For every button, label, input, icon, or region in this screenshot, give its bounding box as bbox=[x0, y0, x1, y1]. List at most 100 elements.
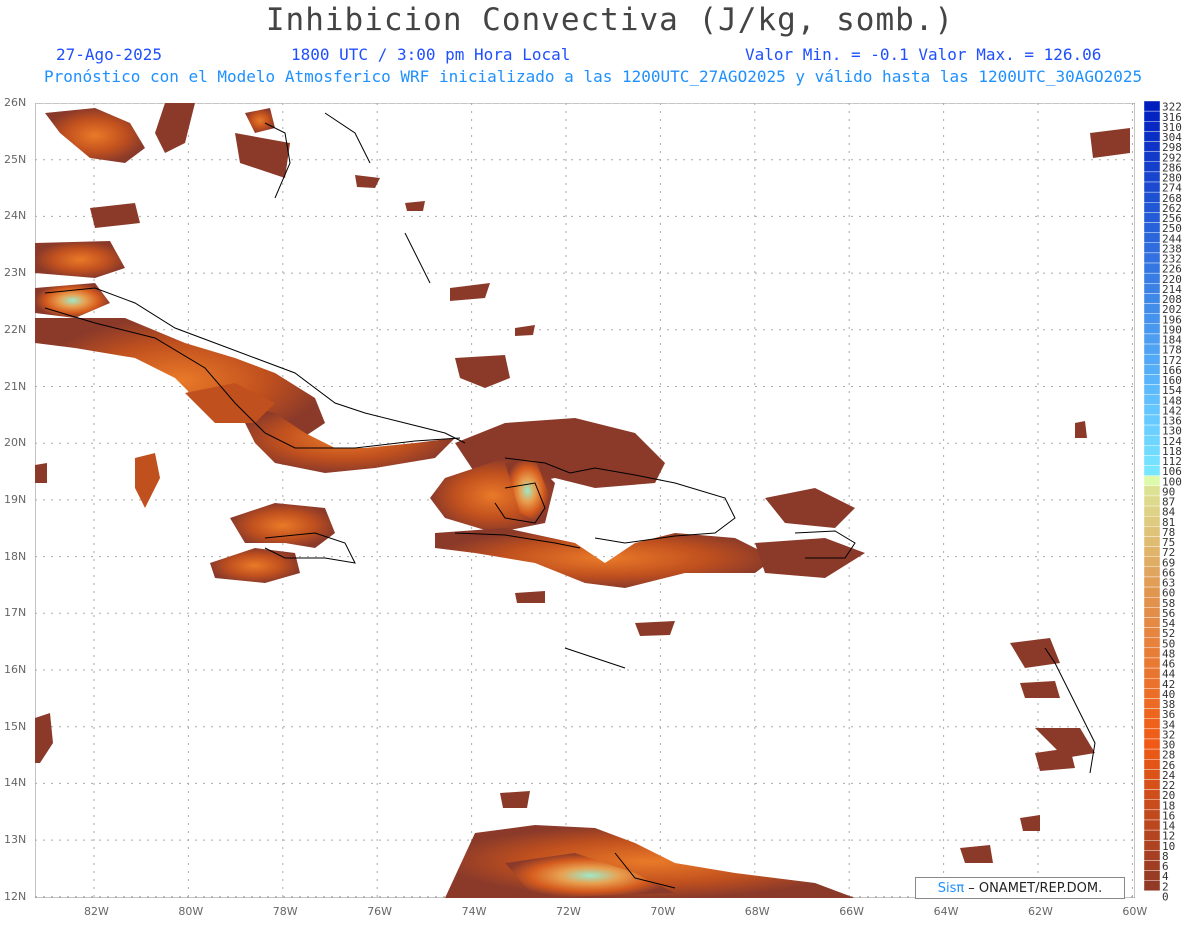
colorbar: 3223163103042982922862802742682622562502… bbox=[1144, 101, 1182, 902]
colorbar-cell bbox=[1144, 455, 1161, 466]
colorbar-cell bbox=[1144, 769, 1161, 780]
colorbar-cell bbox=[1144, 789, 1161, 800]
lat-label: 24N bbox=[4, 209, 27, 223]
lat-label: 26N bbox=[4, 96, 27, 109]
colorbar-cell bbox=[1144, 799, 1161, 811]
forecast-time: 1800 UTC / 3:00 pm Hora Local bbox=[291, 45, 571, 64]
forecast-description: Pronóstico con el Modelo Atmosferico WRF… bbox=[44, 67, 1143, 86]
lon-label: 62W bbox=[1028, 905, 1053, 918]
colorbar-cell bbox=[1144, 708, 1161, 719]
colorbar-cell bbox=[1144, 202, 1161, 213]
colorbar-cell bbox=[1144, 698, 1161, 709]
colorbar-cell bbox=[1144, 759, 1161, 770]
lat-label: 12N bbox=[4, 889, 27, 903]
colorbar-cell bbox=[1144, 151, 1161, 162]
lon-label: 66W bbox=[839, 905, 865, 918]
colorbar-cell bbox=[1144, 526, 1161, 537]
colorbar-cell bbox=[1144, 718, 1161, 730]
colorbar-cell bbox=[1144, 424, 1161, 436]
credit-box: Sisπ – ONAMET/REP.DOM. bbox=[915, 877, 1125, 899]
colorbar-cell bbox=[1144, 343, 1161, 355]
colorbar-cell bbox=[1144, 394, 1161, 405]
colorbar-cell bbox=[1144, 678, 1161, 689]
colorbar-cell bbox=[1144, 384, 1161, 395]
lon-label: 74W bbox=[461, 905, 487, 918]
colorbar-cell bbox=[1144, 222, 1161, 233]
lon-label: 68W bbox=[744, 905, 770, 918]
colorbar-cell bbox=[1144, 161, 1161, 173]
colorbar-cell bbox=[1144, 880, 1161, 892]
colorbar-cell bbox=[1144, 364, 1161, 375]
colorbar-cell bbox=[1144, 171, 1161, 183]
colorbar-cell bbox=[1144, 414, 1161, 426]
credit-text: – ONAMET/REP.DOM. bbox=[968, 880, 1103, 896]
colorbar-cell bbox=[1144, 647, 1161, 659]
lat-label: 18N bbox=[4, 549, 27, 563]
colorbar-cell bbox=[1144, 850, 1161, 861]
colorbar-cell bbox=[1144, 242, 1161, 254]
lat-label: 16N bbox=[4, 663, 27, 676]
lat-label: 20N bbox=[4, 436, 27, 450]
colorbar-cell bbox=[1144, 232, 1161, 243]
colorbar-cell bbox=[1144, 252, 1161, 264]
colorbar-cell bbox=[1144, 556, 1161, 568]
colorbar-cell bbox=[1144, 333, 1161, 345]
lat-label: 21N bbox=[4, 379, 27, 393]
colorbar-cell bbox=[1144, 748, 1161, 760]
lat-label: 25N bbox=[4, 152, 27, 166]
sispi-logo: Sisπ bbox=[937, 880, 965, 896]
forecast-date: 27-Ago-2025 bbox=[56, 45, 162, 64]
colorbar-cell bbox=[1144, 860, 1161, 871]
colorbar-cell bbox=[1144, 475, 1161, 487]
colorbar-cell bbox=[1144, 870, 1161, 881]
cin-map bbox=[35, 103, 1135, 898]
colorbar-cell bbox=[1144, 607, 1161, 618]
colorbar-cell bbox=[1144, 313, 1161, 324]
colorbar-cell bbox=[1144, 617, 1161, 628]
colorbar-cell bbox=[1144, 728, 1161, 740]
colorbar-cell bbox=[1144, 374, 1161, 385]
colorbar-cell bbox=[1144, 627, 1161, 638]
colorbar-cell bbox=[1144, 657, 1161, 669]
colorbar-cell bbox=[1144, 141, 1161, 152]
colorbar-cell bbox=[1144, 505, 1161, 517]
lat-label: 15N bbox=[4, 719, 27, 733]
colorbar-cell bbox=[1144, 738, 1161, 750]
colorbar-cell bbox=[1144, 536, 1161, 547]
colorbar-cell bbox=[1144, 890, 1161, 901]
colorbar-cell bbox=[1144, 323, 1161, 335]
colorbar-cell bbox=[1144, 576, 1161, 588]
colorbar-cell bbox=[1144, 445, 1161, 456]
colorbar-cell bbox=[1144, 667, 1161, 679]
colorbar-cell bbox=[1144, 212, 1161, 223]
colorbar-cell bbox=[1144, 434, 1161, 446]
lat-label: 13N bbox=[4, 833, 27, 847]
value-range: Valor Min. = -0.1 Valor Max. = 126.06 bbox=[745, 45, 1102, 64]
lon-label: 64W bbox=[933, 905, 959, 918]
colorbar-label: 0 bbox=[1162, 891, 1169, 902]
lon-label: 60W bbox=[1122, 905, 1148, 918]
lon-label: 80W bbox=[178, 905, 204, 918]
colorbar-cell bbox=[1144, 809, 1161, 821]
colorbar-cell bbox=[1144, 779, 1161, 790]
colorbar-cell bbox=[1144, 262, 1161, 274]
colorbar-cell bbox=[1144, 485, 1161, 497]
colorbar-cell bbox=[1144, 465, 1161, 476]
colorbar-cell bbox=[1144, 131, 1161, 142]
lat-label: 19N bbox=[4, 492, 27, 506]
map-title: Inhibicion Convectiva (J/kg, somb.) bbox=[265, 2, 955, 38]
colorbar-cell bbox=[1144, 283, 1161, 294]
lon-label: 82W bbox=[84, 905, 109, 918]
colorbar-cell bbox=[1144, 840, 1161, 851]
colorbar-cell bbox=[1144, 819, 1161, 831]
colorbar-cell bbox=[1144, 121, 1161, 132]
colorbar-cell bbox=[1144, 272, 1161, 284]
colorbar-cell bbox=[1144, 495, 1161, 507]
colorbar-cell bbox=[1144, 688, 1161, 699]
colorbar-cell bbox=[1144, 566, 1161, 578]
colorbar-cell bbox=[1144, 597, 1161, 608]
lat-label: 22N bbox=[4, 322, 27, 336]
colorbar-cell bbox=[1144, 586, 1161, 598]
colorbar-cell bbox=[1144, 191, 1161, 203]
colorbar-cell bbox=[1144, 293, 1161, 304]
